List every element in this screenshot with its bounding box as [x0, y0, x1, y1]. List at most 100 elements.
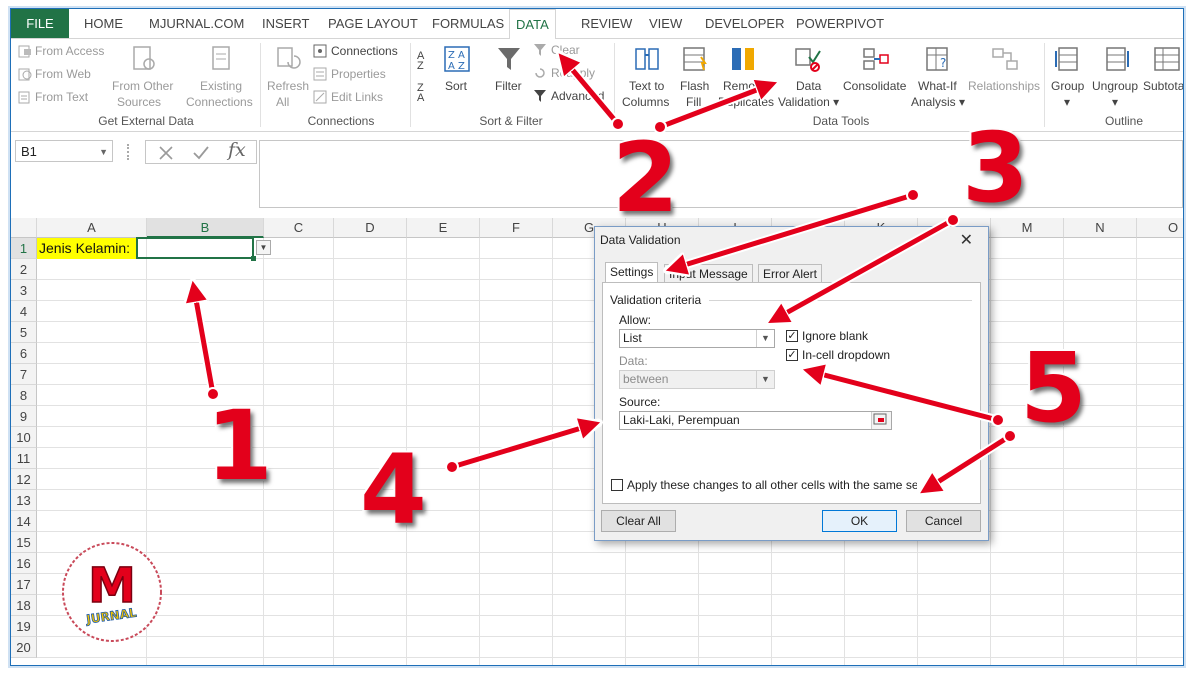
- row-header-4[interactable]: 4: [11, 301, 37, 322]
- column-header-o[interactable]: O: [1137, 218, 1183, 238]
- ungroup-button[interactable]: Ungroup: [1092, 79, 1138, 93]
- tab-settings[interactable]: Settings: [605, 262, 659, 284]
- tab-insert[interactable]: INSERT: [256, 9, 315, 38]
- flash-fill-label-1[interactable]: Flash: [680, 79, 709, 93]
- group-dropdown-icon[interactable]: ▾: [1064, 95, 1070, 109]
- group-button[interactable]: Group: [1051, 79, 1084, 93]
- relationships-button[interactable]: Relationships: [968, 79, 1040, 93]
- row-header-6[interactable]: 6: [11, 343, 37, 364]
- row-header-2[interactable]: 2: [11, 259, 37, 280]
- remove-duplicates-label-1[interactable]: Remove: [723, 79, 768, 93]
- flash-fill-label-2[interactable]: Fill: [686, 95, 701, 109]
- row-header-5[interactable]: 5: [11, 322, 37, 343]
- check-icon[interactable]: [192, 145, 210, 161]
- column-header-f[interactable]: F: [480, 218, 553, 238]
- incell-dropdown-checkbox[interactable]: ✓: [786, 349, 798, 361]
- ignore-blank-checkbox[interactable]: ✓: [786, 330, 798, 342]
- data-validation-label-2[interactable]: Validation ▾: [778, 95, 839, 109]
- clear-button[interactable]: Clear: [551, 43, 580, 57]
- name-box[interactable]: B1 ▼: [15, 140, 113, 162]
- tab-input-message[interactable]: Input Message: [664, 264, 753, 283]
- row-header-15[interactable]: 15: [11, 532, 37, 553]
- tab-powerpivot[interactable]: POWERPIVOT: [790, 9, 890, 38]
- column-header-d[interactable]: D: [334, 218, 407, 238]
- column-header-c[interactable]: C: [264, 218, 334, 238]
- existing-connections-label-1[interactable]: Existing: [200, 79, 242, 93]
- fill-handle[interactable]: [251, 256, 256, 261]
- sort-button[interactable]: Sort: [445, 79, 467, 93]
- tab-home[interactable]: HOME: [78, 9, 129, 38]
- tab-error-alert[interactable]: Error Alert: [758, 264, 823, 283]
- text-to-columns-label-2[interactable]: Columns: [622, 95, 669, 109]
- from-web-button[interactable]: From Web: [35, 67, 91, 81]
- row-header-20[interactable]: 20: [11, 637, 37, 658]
- data-validation-label-1[interactable]: Data: [796, 79, 821, 93]
- ok-button[interactable]: OK: [822, 510, 897, 532]
- row-header-19[interactable]: 19: [11, 616, 37, 637]
- sort-az-icon[interactable]: AZ: [417, 51, 424, 72]
- tab-mjurnal[interactable]: MJURNAL.COM: [143, 9, 250, 38]
- tab-file[interactable]: FILE: [11, 9, 69, 38]
- ungroup-dropdown-icon[interactable]: ▾: [1112, 95, 1118, 109]
- refresh-all-label-2[interactable]: All: [276, 95, 289, 109]
- edit-links-button[interactable]: Edit Links: [331, 90, 383, 104]
- tab-page-layout[interactable]: PAGE LAYOUT: [322, 9, 424, 38]
- row-header-3[interactable]: 3: [11, 280, 37, 301]
- cancel-button[interactable]: Cancel: [906, 510, 981, 532]
- close-icon[interactable]: ✕: [960, 230, 973, 250]
- row-header-11[interactable]: 11: [11, 448, 37, 469]
- connections-button[interactable]: Connections: [331, 44, 398, 58]
- cancel-icon[interactable]: [158, 145, 174, 161]
- chevron-down-icon[interactable]: ▼: [756, 330, 774, 347]
- from-other-sources-label-2[interactable]: Sources: [117, 95, 161, 109]
- from-other-sources-label-1[interactable]: From Other: [112, 79, 173, 93]
- chevron-down-icon[interactable]: ▼: [99, 141, 108, 163]
- row-header-12[interactable]: 12: [11, 469, 37, 490]
- text-to-columns-label-1[interactable]: Text to: [629, 79, 664, 93]
- cell-dropdown-button[interactable]: ▼: [256, 240, 271, 255]
- column-header-e[interactable]: E: [407, 218, 480, 238]
- cell-a1[interactable]: Jenis Kelamin:: [37, 238, 137, 259]
- properties-button[interactable]: Properties: [331, 67, 386, 81]
- column-header-n[interactable]: N: [1064, 218, 1137, 238]
- remove-duplicates-label-2[interactable]: Duplicates: [718, 95, 774, 109]
- row-header-13[interactable]: 13: [11, 490, 37, 511]
- what-if-label-1[interactable]: What-If: [918, 79, 957, 93]
- row-header-8[interactable]: 8: [11, 385, 37, 406]
- apply-all-checkbox[interactable]: [611, 479, 623, 491]
- row-header-18[interactable]: 18: [11, 595, 37, 616]
- column-header-a[interactable]: A: [37, 218, 147, 238]
- tab-formulas[interactable]: FORMULAS: [426, 9, 510, 38]
- fx-icon[interactable]: fx: [228, 139, 246, 161]
- row-header-1[interactable]: 1: [11, 238, 37, 259]
- what-if-label-2[interactable]: Analysis ▾: [911, 95, 965, 109]
- tab-data[interactable]: DATA: [509, 9, 556, 40]
- row-header-17[interactable]: 17: [11, 574, 37, 595]
- row-header-14[interactable]: 14: [11, 511, 37, 532]
- row-header-9[interactable]: 9: [11, 406, 37, 427]
- allow-select[interactable]: List ▼: [619, 329, 775, 348]
- row-header-16[interactable]: 16: [11, 553, 37, 574]
- sort-za-icon[interactable]: ZA: [417, 83, 424, 104]
- from-access-button[interactable]: From Access: [35, 44, 104, 58]
- select-all-corner[interactable]: [11, 218, 37, 238]
- source-input[interactable]: Laki-Laki, Perempuan: [619, 411, 892, 430]
- reapply-button[interactable]: Reapply: [551, 66, 595, 80]
- column-header-b[interactable]: B: [147, 218, 264, 238]
- advanced-button[interactable]: Advanced: [551, 89, 604, 103]
- row-header-10[interactable]: 10: [11, 427, 37, 448]
- data-select[interactable]: between ▼: [619, 370, 775, 389]
- refresh-all-label-1[interactable]: Refresh: [267, 79, 309, 93]
- chevron-down-icon[interactable]: ▼: [756, 371, 774, 388]
- from-text-button[interactable]: From Text: [35, 90, 88, 104]
- formula-input[interactable]: [259, 140, 1183, 208]
- tab-developer[interactable]: DEVELOPER: [699, 9, 790, 38]
- tab-review[interactable]: REVIEW: [575, 9, 638, 38]
- filter-button[interactable]: Filter: [495, 79, 522, 93]
- subtotal-button[interactable]: Subtotal: [1143, 79, 1183, 93]
- row-header-7[interactable]: 7: [11, 364, 37, 385]
- tab-view[interactable]: VIEW: [643, 9, 688, 38]
- existing-connections-label-2[interactable]: Connections: [186, 95, 253, 109]
- range-picker-icon[interactable]: [871, 412, 891, 429]
- cell-b1-selected[interactable]: [136, 237, 254, 259]
